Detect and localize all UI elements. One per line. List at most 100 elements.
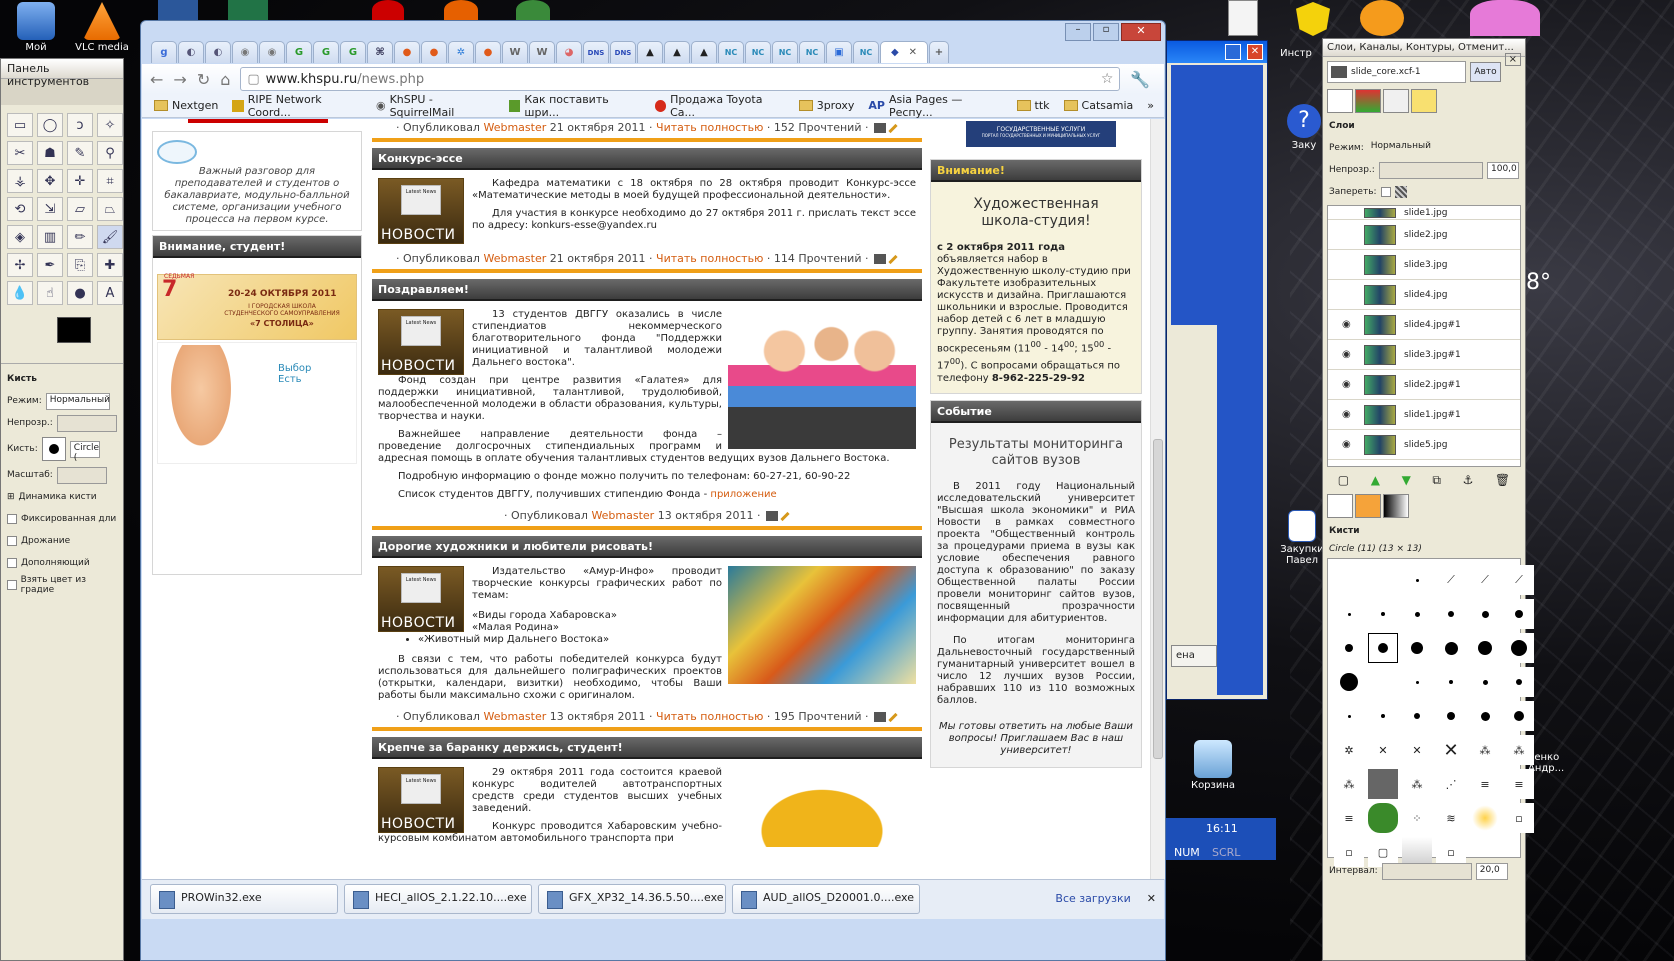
word-doc-icon[interactable]: Закупки Павел	[1280, 510, 1324, 566]
tab-close-icon[interactable]: ✕	[909, 47, 917, 58]
brush-cell[interactable]	[1368, 565, 1398, 595]
brush-cell[interactable]	[1368, 769, 1398, 799]
color-picker-tool[interactable]: ⚲	[97, 141, 123, 165]
tab-paths[interactable]	[1383, 89, 1409, 113]
tab-brushes[interactable]	[1327, 494, 1353, 518]
ellipse-select-tool[interactable]: ◯	[37, 113, 63, 137]
brush-cell[interactable]	[1470, 667, 1500, 697]
print-icon[interactable]	[873, 123, 886, 133]
chrome-taskbar-icon[interactable]	[516, 0, 550, 20]
author-link[interactable]: Webmaster	[483, 252, 546, 265]
tab-ubuntu-2[interactable]: ●	[421, 41, 447, 63]
tab-pig[interactable]: ◕	[556, 41, 582, 63]
mode-select[interactable]: Нормальный	[45, 392, 110, 410]
brush-cell[interactable]: ✕	[1436, 735, 1466, 765]
layer-opacity-value[interactable]: 100,0	[1487, 161, 1519, 179]
visibility-eye-icon[interactable]: ◉	[1342, 319, 1356, 330]
star-icon[interactable]: ☆	[1101, 71, 1114, 87]
brush-cell[interactable]	[1504, 633, 1534, 663]
author-link[interactable]: Webmaster	[483, 121, 546, 134]
lower-layer-icon[interactable]: ▼	[1402, 473, 1411, 488]
dodge-tool[interactable]: ●	[67, 281, 93, 305]
layer-row[interactable]: ◉ slide2.jpg#1	[1328, 370, 1520, 400]
anchor-layer-icon[interactable]: ⚓	[1463, 473, 1474, 488]
brush-cell[interactable]	[1504, 599, 1534, 629]
tab-nc-5[interactable]: NC	[853, 41, 879, 63]
tab-ubuntu-1[interactable]: ●	[394, 41, 420, 63]
opacity-slider[interactable]	[56, 414, 117, 432]
jitter-checkbox[interactable]	[7, 536, 17, 546]
brush-cell-selected[interactable]	[1368, 633, 1398, 663]
page-scrollbar[interactable]	[1150, 119, 1165, 879]
auto-button[interactable]: Авто	[1470, 62, 1501, 82]
tab-wp-2[interactable]: W	[529, 41, 555, 63]
clipboard-icon[interactable]	[1228, 0, 1258, 36]
app-orange-icon[interactable]	[1360, 0, 1404, 36]
bookmark-catsamia[interactable]: Catsamia	[1063, 99, 1133, 112]
brush-cell[interactable]	[1368, 667, 1398, 697]
recycle-bin-icon[interactable]: Корзина	[1183, 740, 1243, 791]
article-title[interactable]: Поздравляем!	[372, 279, 922, 301]
paths-tool[interactable]: ✎	[67, 141, 93, 165]
download-item[interactable]: HECI_allOS_2.1.22.10....exe	[344, 884, 532, 914]
tab-dns-1[interactable]: DNS	[583, 41, 609, 63]
vlc-icon[interactable]: VLC media	[72, 2, 132, 53]
layer-row[interactable]: slide3.jpg	[1328, 250, 1520, 280]
download-item[interactable]: PROWin32.exe	[150, 884, 338, 914]
heal-tool[interactable]: ✚	[97, 253, 123, 277]
expand-icon[interactable]: ⊞	[7, 492, 15, 502]
move-tool[interactable]: ✥	[37, 169, 63, 193]
vybor-banner[interactable]: Выбор Есть	[157, 342, 357, 464]
clone-tool[interactable]: ⎘	[67, 253, 93, 277]
close-icon[interactable]: ×	[1504, 53, 1521, 66]
talk-box[interactable]: Важный разговор для преподавателей и сту…	[152, 131, 362, 231]
download-item[interactable]: AUD_allOS_D20001.0....exe	[732, 884, 920, 914]
tab-channels[interactable]	[1355, 89, 1381, 113]
bookmark-ripe[interactable]: RIPE Network Coord...	[232, 93, 362, 119]
ink-tool[interactable]: ✒	[37, 253, 63, 277]
brush-cell[interactable]: ≡	[1470, 769, 1500, 799]
brush-cell[interactable]	[1334, 701, 1364, 731]
address-bar[interactable]: ▢ www.khspu.ru/news.php ☆	[240, 67, 1121, 91]
bookmark-nextgen[interactable]: Nextgen	[154, 99, 218, 112]
brush-cell[interactable]: ✕	[1368, 735, 1398, 765]
layer-row[interactable]: slide4.jpg	[1328, 280, 1520, 310]
tab-layers[interactable]	[1327, 89, 1353, 113]
brush-cell[interactable]	[1334, 599, 1364, 629]
brush-cell[interactable]: ≋	[1436, 803, 1466, 833]
tab-google[interactable]: g	[151, 41, 177, 63]
brush-cell[interactable]	[1436, 599, 1466, 629]
tab-undo[interactable]	[1411, 89, 1437, 113]
tab-patterns[interactable]	[1355, 494, 1381, 518]
article-title[interactable]: Крепче за баранку держись, студент!	[372, 737, 922, 759]
edit-icon[interactable]	[780, 511, 790, 521]
event-title[interactable]: Результаты мониторинга сайтов вузов	[937, 437, 1135, 469]
school-banner[interactable]: 7 СЕДЬМАЯ 20-24 ОКТЯБРЯ 2011 I ГОРОДСКАЯ…	[157, 273, 357, 340]
perspective-tool[interactable]: ⏢	[97, 197, 123, 221]
maximize-icon[interactable]	[1225, 44, 1241, 60]
tab-nc-1[interactable]: NC	[718, 41, 744, 63]
brush-cell[interactable]	[1368, 701, 1398, 731]
close-icon[interactable]: ✕	[1247, 44, 1263, 60]
rotate-tool[interactable]: ⟲	[7, 197, 33, 221]
brush-cell[interactable]	[1470, 599, 1500, 629]
tab-nc-2[interactable]: NC	[745, 41, 771, 63]
brush-cell[interactable]	[1504, 701, 1534, 731]
brush-cell[interactable]	[1402, 599, 1432, 629]
layer-row[interactable]: ◉ slide3.jpg#1	[1328, 340, 1520, 370]
bookmark-asiapages[interactable]: AP Asia Pages — Респу...	[868, 93, 1002, 119]
delete-layer-icon[interactable]: 🗑	[1495, 473, 1510, 488]
tab-site-1[interactable]: ◐	[178, 41, 204, 63]
brush-cell[interactable]: ▫	[1504, 803, 1534, 833]
layer-mode-select[interactable]: Нормальный	[1367, 139, 1488, 157]
scroll-thumb[interactable]	[1153, 439, 1163, 759]
tab-g-2[interactable]: G	[313, 41, 339, 63]
tab-site-5[interactable]: ⌘	[367, 41, 393, 63]
interval-slider[interactable]	[1381, 862, 1472, 880]
pencil-tool[interactable]: ✏	[67, 225, 93, 249]
brush-cell[interactable]: ⁂	[1334, 769, 1364, 799]
back-icon[interactable]: ←	[150, 70, 163, 89]
tab-spy-2[interactable]: ▲	[664, 41, 690, 63]
attachment-link[interactable]: приложение	[710, 489, 776, 500]
gradient-tool[interactable]: ▥	[37, 225, 63, 249]
